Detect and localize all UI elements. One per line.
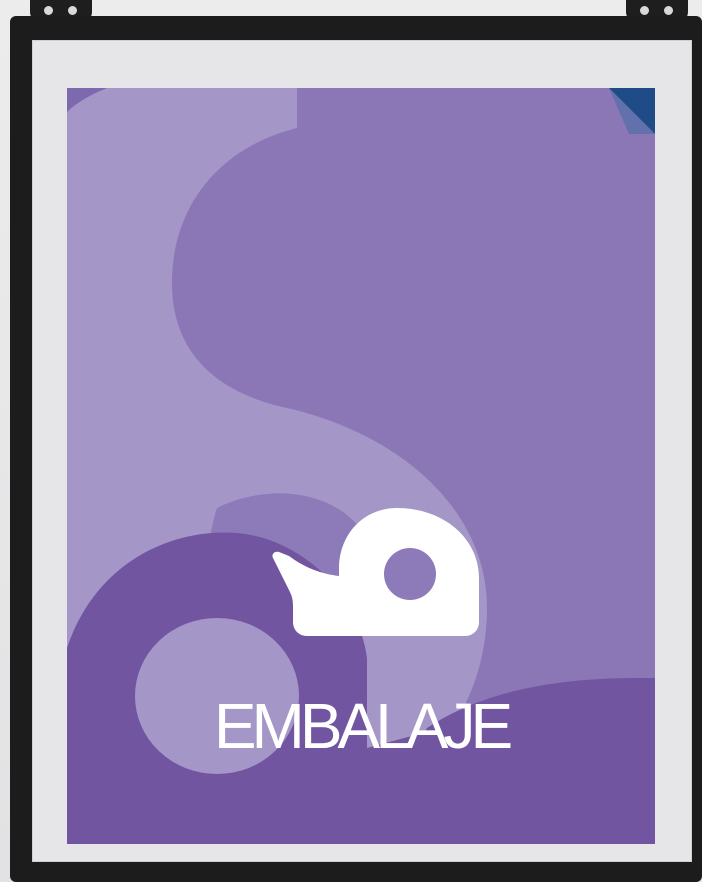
picture-frame: EMBALAJE	[10, 16, 702, 882]
poster: EMBALAJE	[67, 88, 655, 844]
tape-dispenser-icon	[272, 508, 479, 636]
clip-hole	[44, 6, 53, 15]
clip-hole	[68, 6, 77, 15]
corner-accent	[609, 88, 655, 134]
poster-title: EMBALAJE	[213, 690, 513, 762]
frame-mat: EMBALAJE	[32, 40, 692, 862]
framed-poster-scene: EMBALAJE	[0, 0, 702, 882]
clip-hole	[664, 6, 673, 15]
clip-hole	[640, 6, 649, 15]
